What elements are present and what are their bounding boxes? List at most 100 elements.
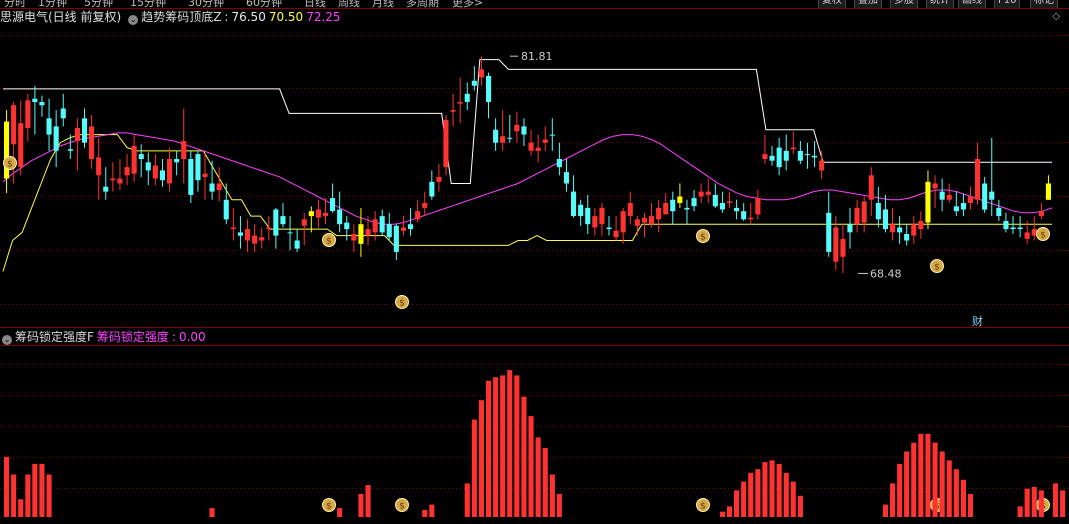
lock-strength-bar	[1024, 488, 1030, 517]
lock-strength-bar	[549, 474, 555, 517]
lock-strength-bar	[478, 400, 484, 517]
lock-strength-bar	[762, 462, 768, 517]
lock-strength-bar	[39, 463, 45, 517]
lock-strength-bar	[18, 499, 24, 517]
candle-body	[25, 100, 31, 128]
candle-body	[734, 207, 740, 212]
lock-strength-bar	[1038, 490, 1044, 517]
candle-body	[1003, 221, 1009, 230]
candle-body	[634, 219, 640, 226]
money-bag-icon-glyph: $	[934, 263, 940, 273]
candle-body	[237, 232, 243, 236]
candle-body	[748, 217, 754, 220]
candle-body	[287, 232, 293, 234]
candle-body	[422, 203, 428, 208]
candle-body	[67, 149, 73, 151]
candle-body	[982, 183, 988, 210]
candle-body	[854, 207, 860, 225]
candle-body	[996, 207, 1002, 216]
kline-chart[interactable]: 81.8168.48财$$$$$$$$$$$	[0, 0, 1069, 524]
candle-body	[11, 105, 17, 145]
candle-body	[861, 201, 867, 223]
candle-body	[797, 150, 803, 161]
candle-body	[592, 216, 598, 228]
candle-body	[641, 217, 647, 223]
lock-strength-bar	[422, 509, 428, 517]
candle-body	[443, 119, 449, 168]
candle-body	[181, 141, 187, 159]
candle-body	[571, 191, 577, 216]
candle-body	[188, 159, 194, 195]
candle-body	[471, 80, 477, 86]
candle-body	[46, 118, 52, 135]
candle-body	[762, 154, 768, 159]
candle-body	[769, 155, 775, 161]
candle-body	[1017, 227, 1023, 230]
lock-strength-bar	[486, 380, 492, 517]
candle-body	[804, 154, 810, 156]
high-price-label: 81.81	[521, 50, 553, 63]
candle-body	[74, 128, 80, 141]
candle-body	[613, 230, 619, 238]
candle-body	[691, 198, 697, 207]
candle-body	[712, 194, 718, 207]
candle-body	[358, 224, 364, 244]
candle-body	[606, 227, 612, 230]
candle-body	[450, 110, 456, 112]
candle-body	[946, 194, 952, 200]
candle-body	[1045, 183, 1051, 200]
candle-body	[216, 183, 222, 190]
candle-body	[252, 235, 258, 244]
candle-body	[741, 211, 747, 220]
lock-strength-bar	[783, 472, 789, 518]
candle-body	[266, 227, 272, 230]
lock-strength-bar	[521, 396, 527, 517]
candle-body	[528, 142, 534, 151]
candle-body	[649, 216, 655, 225]
candle-body	[223, 199, 229, 220]
candle-body	[89, 126, 95, 159]
candle-body	[486, 75, 492, 102]
candle-body	[308, 211, 314, 217]
candle-body	[911, 224, 917, 236]
candle-body	[429, 181, 435, 197]
candle-body	[663, 203, 669, 215]
lock-strength-bar	[493, 377, 499, 517]
candle-body	[826, 212, 832, 252]
candle-body	[847, 224, 853, 233]
candle-body	[202, 173, 208, 177]
candle-body	[351, 234, 357, 241]
lock-strength-bar	[4, 456, 10, 517]
lock-strength-bar	[365, 485, 371, 517]
lock-strength-bar	[790, 481, 796, 517]
upper-band-line	[3, 59, 1052, 184]
candle-body	[386, 224, 392, 238]
candle-body	[60, 108, 66, 119]
candle-body	[705, 191, 711, 195]
candle-body	[372, 219, 378, 233]
candle-body	[337, 209, 343, 225]
lock-strength-bar	[932, 442, 938, 517]
lock-strength-bar	[960, 479, 966, 517]
candle-body	[790, 147, 796, 150]
lock-strength-bar	[528, 416, 534, 517]
candle-body	[1024, 232, 1030, 239]
finance-marker: 财	[972, 314, 983, 328]
candle-body	[393, 225, 399, 252]
lock-strength-bar	[890, 483, 896, 517]
candle-body	[953, 206, 959, 212]
candle-body	[280, 216, 286, 225]
candle-body	[230, 227, 236, 230]
candle-body	[436, 176, 442, 182]
candle-body	[904, 234, 910, 241]
candle-body	[1010, 227, 1016, 230]
candle-body	[330, 198, 336, 212]
lock-strength-bar	[911, 442, 917, 517]
candle-body	[812, 155, 818, 158]
lock-strength-bar	[734, 490, 740, 517]
candle-body	[500, 136, 506, 143]
candle-body	[53, 126, 59, 151]
candle-body	[556, 159, 562, 168]
candle-body	[131, 146, 137, 174]
candle-body	[535, 147, 541, 151]
